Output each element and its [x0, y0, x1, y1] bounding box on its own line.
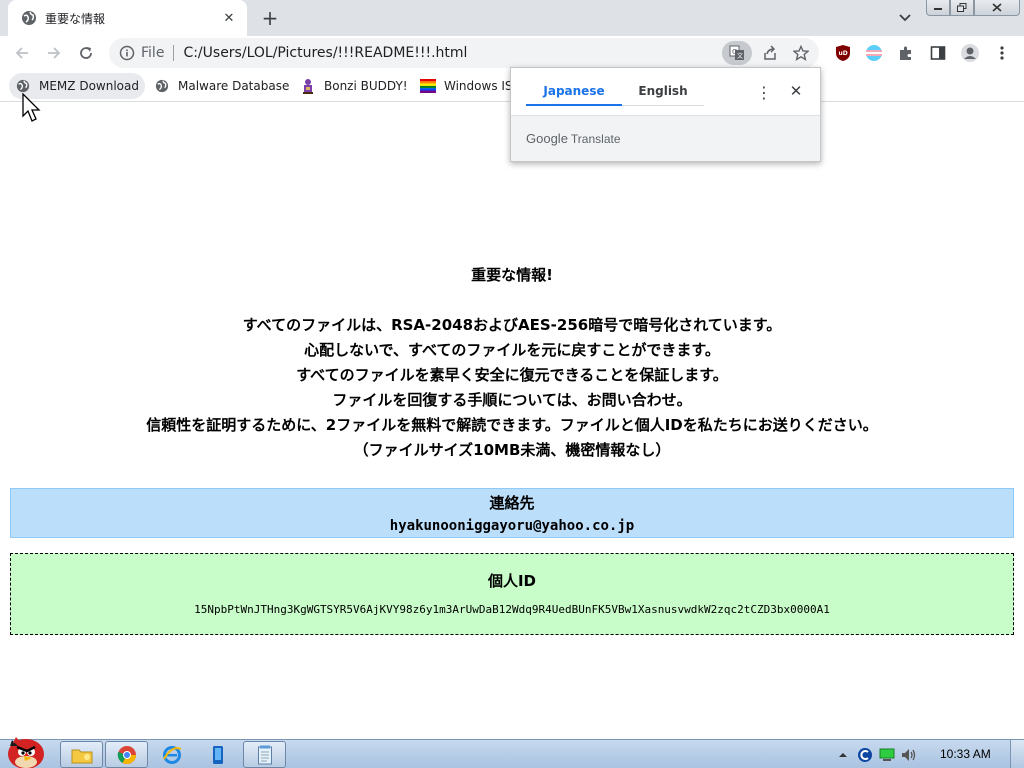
flag-extension-icon[interactable]: [864, 43, 884, 63]
side-panel-icon[interactable]: [928, 43, 948, 63]
taskbar: 10:33 AM: [0, 737, 1024, 768]
tray-app-icon[interactable]: [854, 745, 876, 765]
angry-bird-start-icon[interactable]: [2, 732, 50, 768]
translate-popup: Japanese English ⋮ ✕ Google Translate: [510, 67, 821, 162]
bookmark-bonzi-buddy[interactable]: Bonzi BUDDY!: [294, 73, 414, 99]
translate-label: Translate: [570, 131, 621, 146]
profile-icon[interactable]: [960, 43, 980, 63]
message-line: すべてのファイルは、RSA-2048およびAES-256暗号で暗号化されています…: [242, 316, 782, 334]
notepad-icon[interactable]: [243, 741, 286, 768]
chrome-icon[interactable]: [105, 741, 148, 768]
close-icon[interactable]: ✕: [785, 80, 807, 102]
ublock-icon[interactable]: uD: [833, 43, 853, 63]
new-tab-button[interactable]: +: [258, 6, 282, 30]
minimize-button[interactable]: [926, 0, 950, 16]
google-logo: Google: [526, 131, 568, 146]
tab-active[interactable]: 重要な情報 ✕: [8, 0, 247, 36]
personal-id-value[interactable]: 15NpbPtWnJTHng3KgWGTSYR5V6AjKVY98z6y1m3A…: [11, 603, 1013, 616]
bookmark-label: Windows IS: [444, 79, 513, 93]
contact-box: 連絡先 hyakunooniggayoru@yahoo.co.jp: [10, 488, 1014, 538]
bookmark-windows-is[interactable]: Windows IS: [414, 73, 519, 99]
tab-strip: 重要な情報 ✕ +: [0, 0, 1024, 36]
message-line: 信頼性を証明するために、2ファイルを無料で解読できます。ファイルと個人IDを私た…: [146, 416, 878, 434]
tab-close-icon[interactable]: ✕: [219, 8, 239, 28]
address-bar[interactable]: File C:/Users/LOL/Pictures/!!!README!!!.…: [109, 38, 819, 68]
scheme-label: File: [141, 45, 165, 61]
ie-icon[interactable]: [150, 741, 193, 768]
close-window-button[interactable]: [974, 0, 1020, 16]
bookmark-malware-database[interactable]: Malware Database: [148, 73, 295, 99]
kebab-menu-icon[interactable]: [992, 43, 1012, 63]
forward-arrow-icon[interactable]: [40, 39, 68, 67]
toolbar: File C:/Users/LOL/Pictures/!!!README!!!.…: [0, 36, 1024, 70]
bookmark-label: Malware Database: [178, 79, 290, 93]
page-content: 重要な情報! すべてのファイルは、RSA-2048およびAES-256暗号で暗号…: [0, 103, 1024, 739]
show-hidden-icons[interactable]: [832, 745, 854, 765]
bookmark-label: MEMZ Download: [39, 79, 139, 93]
back-arrow-icon[interactable]: [8, 39, 36, 67]
message-line: 心配しないで、すべてのファイルを元に戻すことができます。: [304, 341, 720, 359]
phone-app-icon[interactable]: [196, 741, 239, 768]
contact-email[interactable]: hyakunooniggayoru@yahoo.co.jp: [11, 518, 1013, 534]
bonzi-icon: [300, 78, 316, 94]
tab-title: 重要な情報: [45, 11, 106, 26]
globe-icon: [15, 78, 31, 94]
info-icon[interactable]: [119, 45, 135, 61]
bookmark-label: Bonzi BUDDY!: [324, 79, 408, 93]
ransom-message: すべてのファイルは、RSA-2048およびAES-256暗号で暗号化されています…: [0, 313, 1024, 463]
system-tray: [832, 740, 920, 768]
omnibox-divider: [173, 45, 175, 61]
kebab-menu-icon[interactable]: ⋮: [755, 82, 773, 102]
chevron-down-icon[interactable]: [894, 8, 916, 28]
personal-id-title: 個人ID: [487, 572, 537, 590]
svg-text:文: 文: [737, 52, 743, 60]
puzzle-icon[interactable]: [896, 43, 916, 63]
personal-id-box: 個人ID 15NpbPtWnJTHng3KgWGTSYR5V6AjKVY98z6…: [10, 553, 1014, 635]
restore-button[interactable]: [950, 0, 974, 16]
svg-text:uD: uD: [839, 50, 848, 57]
clock[interactable]: 10:33 AM: [940, 747, 991, 761]
network-icon[interactable]: [876, 745, 898, 765]
bookmark-star-icon[interactable]: [790, 43, 812, 63]
globe-icon: [21, 10, 37, 26]
translate-footer: Google Translate: [511, 115, 820, 161]
volume-icon[interactable]: [898, 745, 920, 765]
translate-icon[interactable]: G文: [722, 41, 752, 65]
page-heading: 重要な情報!: [471, 266, 553, 284]
contact-title: 連絡先: [489, 494, 535, 512]
window-controls: [926, 0, 1022, 18]
rainbow-flag-icon: [420, 78, 436, 94]
globe-icon: [154, 78, 170, 94]
message-line: すべてのファイルを素早く安全に復元できることを保証します。: [296, 366, 728, 384]
show-desktop-button[interactable]: [1010, 740, 1024, 768]
explorer-icon[interactable]: [60, 741, 103, 768]
tab-japanese[interactable]: Japanese: [526, 82, 622, 106]
tab-english[interactable]: English: [622, 82, 704, 106]
reload-icon[interactable]: [72, 39, 100, 67]
mouse-cursor-icon: [22, 93, 41, 122]
share-icon[interactable]: [760, 43, 780, 63]
message-line: ファイルを回復する手順については、お問い合わせ。: [332, 391, 692, 409]
message-line: （ファイルサイズ10MB未満、機密情報なし）: [353, 441, 671, 459]
